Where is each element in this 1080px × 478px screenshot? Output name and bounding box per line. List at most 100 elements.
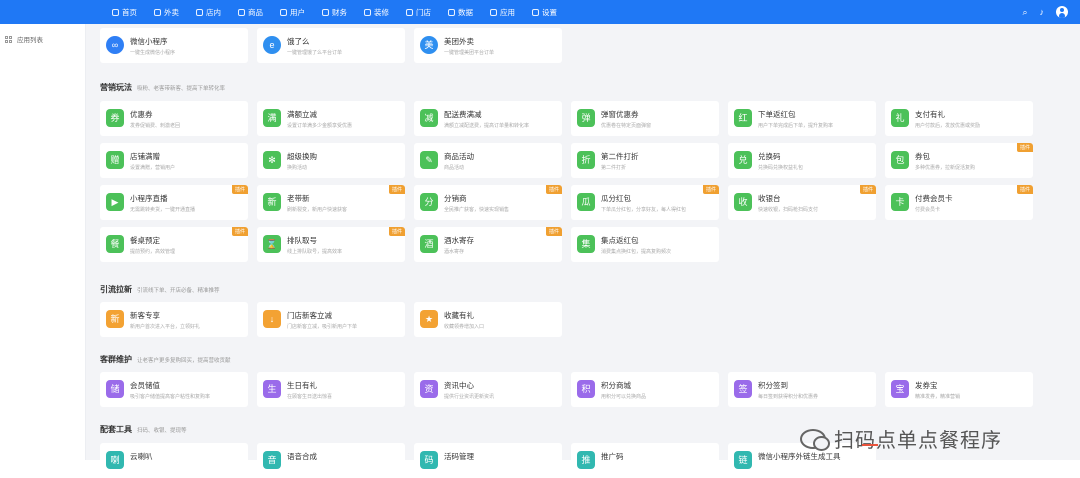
app-card-title: 兑换码 (758, 152, 781, 161)
app-card[interactable]: ⌛ 排队取号 线上排队取号，提高效率 插件 (257, 227, 405, 262)
app-card[interactable]: 瓜瓜分红包 下单瓜分红包，分享好友，每人得红包 插件 (571, 185, 719, 220)
plugin-badge: 插件 (231, 227, 248, 236)
app-card[interactable]: 分分销商 全民推广获客，快速实现销售 插件 (414, 185, 562, 220)
app-card-desc: 精准发券，精准营销 (915, 394, 961, 400)
app-icon: 收 (734, 193, 752, 211)
top-nav-bar: 首页 外卖 店内 商品 用户 财务 装修 门店 数据 应用 设置 ⌕ ♪ (0, 0, 1080, 24)
app-icon: 资 (420, 380, 438, 398)
app-card[interactable]: 美美团外卖 一键管理美团平台订单 (414, 28, 562, 63)
app-card-title: 优惠券 (130, 110, 153, 119)
app-card[interactable]: 兑兑换码 兑换码兑换权益礼包 (728, 143, 876, 178)
app-card[interactable]: 资资讯中心 提供行业资讯更新资讯 (414, 372, 562, 407)
nav-item-settings[interactable]: 设置 (532, 7, 557, 18)
section-title-text: 客群维护 (100, 355, 132, 364)
app-card-title: 酒水寄存 (444, 236, 474, 245)
app-icon: 酒 (420, 235, 438, 253)
bell-icon[interactable]: ♪ (1040, 7, 1045, 17)
app-icon: 兑 (734, 151, 752, 169)
app-card[interactable]: 签积分签到 每日签到获得积分和优惠券 (728, 372, 876, 407)
app-card[interactable]: 赠店铺满赠 设置满赠，营销用户 (100, 143, 248, 178)
app-card[interactable]: 礼支付有礼 用户付款后，发放优惠或奖励 (885, 101, 1033, 136)
section-title-text: 配套工具 (100, 425, 132, 434)
app-card-desc: 一键管理美团平台订单 (444, 50, 495, 56)
watermark: 扫码点单点餐程序 (800, 424, 1002, 453)
app-card-desc: 在顾客生日送出惊喜 (287, 394, 333, 400)
section-title-text: 引流拉新 (100, 285, 132, 294)
app-icon: 红 (734, 109, 752, 127)
section-subtitle: 让老客户更多复购回买，提高营收贡献 (137, 358, 231, 364)
nav-item-store[interactable]: 店内 (196, 7, 221, 18)
app-icon: 签 (734, 380, 752, 398)
app-card[interactable]: ∞ 微信小程序 一键生成微信小程序 (100, 28, 248, 63)
app-card[interactable]: 券优惠券 发券促销费、刺激老回 (100, 101, 248, 136)
app-card-title: 云喇叭 (130, 452, 153, 461)
app-icon: 包 (891, 151, 909, 169)
user-icon (280, 8, 287, 16)
nav-item-label: 店内 (206, 7, 221, 17)
nav-item-takeout[interactable]: 外卖 (154, 7, 179, 18)
app-card[interactable]: 新新客专享 新用户首次进入平台，立领好礼 (100, 302, 248, 337)
app-card[interactable]: ↓ 门店新客立减 门店新客立减，吸引新用户下单 (257, 302, 405, 337)
section-title-text: 营销玩法 (100, 83, 132, 92)
section-title: 配套工具 扫码、收银、提现等 (100, 424, 187, 435)
app-card-desc: 提供行业资讯更新资讯 (444, 394, 495, 400)
nav-item-finance[interactable]: 财务 (322, 7, 347, 18)
nav-item-label: 财务 (332, 7, 347, 17)
app-card-title: 集点返红包 (601, 236, 639, 245)
app-card-title: 门店新客立减 (287, 311, 332, 320)
app-card[interactable]: 生生日有礼 在顾客生日送出惊喜 (257, 372, 405, 407)
app-card-desc: 收藏领券增加入口 (444, 324, 485, 330)
avatar[interactable] (1056, 6, 1068, 18)
grid-icon (5, 35, 12, 43)
search-icon[interactable]: ⌕ (1022, 7, 1027, 17)
nav-item-apps[interactable]: 应用 (490, 7, 515, 18)
app-card[interactable]: 满满额立减 设置订单满多少金额享受优惠 (257, 101, 405, 136)
nav-item-shop[interactable]: 门店 (406, 7, 431, 18)
app-icon: 券 (106, 109, 124, 127)
nav-item-user[interactable]: 用户 (280, 7, 305, 18)
app-card[interactable]: 收收银台 快速收银，扫码枪扫码支付 插件 (728, 185, 876, 220)
app-card[interactable]: 餐餐桌预定 提前预约，高效管理 插件 (100, 227, 248, 262)
app-card[interactable]: 红下单返红包 用户下单完成后下单，提升复购率 (728, 101, 876, 136)
app-card[interactable]: 集集点返红包 消费集点换红包，提高复购频次 (571, 227, 719, 262)
app-card[interactable]: 音语音合成 (257, 443, 405, 478)
app-icon: 弹 (577, 109, 595, 127)
app-icon: 礼 (891, 109, 909, 127)
app-card[interactable]: ✎ 商品活动 商品活动 (414, 143, 562, 178)
app-card[interactable]: 积积分商城 用积分可以兑换商品 (571, 372, 719, 407)
app-card-title: 收藏有礼 (444, 311, 474, 320)
app-card-desc: 一键管理饿了么平台订单 (287, 50, 343, 56)
app-card[interactable]: 推推广码 (571, 443, 719, 478)
section-subtitle: 吸粉、老客带新客、提高下单转化率 (137, 86, 226, 92)
app-card[interactable]: 减配送费满减 满额立减配送费，提高订单量和转化率 (414, 101, 562, 136)
app-card[interactable]: ★ 收藏有礼 收藏领券增加入口 (414, 302, 562, 337)
app-card[interactable]: e 饿了么 一键管理饿了么平台订单 (257, 28, 405, 63)
app-card[interactable]: 码活码管理 (414, 443, 562, 478)
nav-item-label: 商品 (248, 7, 263, 17)
app-card[interactable]: ▶ 小程序直播 无需跳转卖货，一键开通直播 插件 (100, 185, 248, 220)
app-card-title: 第二件打折 (601, 152, 639, 161)
sidebar-item-app-list[interactable]: 应用列表 (5, 34, 43, 44)
app-card[interactable]: ✻ 超级换购 换购活动 (257, 143, 405, 178)
app-card[interactable]: 新老带新 刷新裂变，新用户快速获客 插件 (257, 185, 405, 220)
app-card[interactable]: 喇云喇叭 (100, 443, 248, 478)
app-card[interactable]: 储会员储值 吸引客户储值提高客户粘性和复购率 (100, 372, 248, 407)
app-card[interactable]: 酒酒水寄存 酒水寄存 插件 (414, 227, 562, 262)
app-icon: 满 (263, 109, 281, 127)
app-card[interactable]: 宝发券宝 精准发券，精准营销 (885, 372, 1033, 407)
nav-item-home[interactable]: 首页 (112, 7, 137, 18)
app-icon: 宝 (891, 380, 909, 398)
app-icon: ✎ (420, 151, 438, 169)
app-icon: 瓜 (577, 193, 595, 211)
app-icon: ⌛ (263, 235, 281, 253)
app-card[interactable]: 折第二件打折 第二件打折 (571, 143, 719, 178)
nav-item-goods[interactable]: 商品 (238, 7, 263, 18)
nav-item-chart[interactable]: 数据 (448, 7, 473, 18)
nav-item-decoration[interactable]: 装修 (364, 7, 389, 18)
app-card[interactable]: 弹弹窗优惠券 优惠卷在特定页面弹窗 (571, 101, 719, 136)
takeout-icon (154, 8, 161, 16)
app-card-title: 弹窗优惠券 (601, 110, 639, 119)
app-card[interactable]: 卡付费会员卡 付费会员卡 插件 (885, 185, 1033, 220)
nav-item-label: 用户 (290, 7, 305, 17)
app-card[interactable]: 包券包 多种优惠券，拉新促活复购 插件 (885, 143, 1033, 178)
